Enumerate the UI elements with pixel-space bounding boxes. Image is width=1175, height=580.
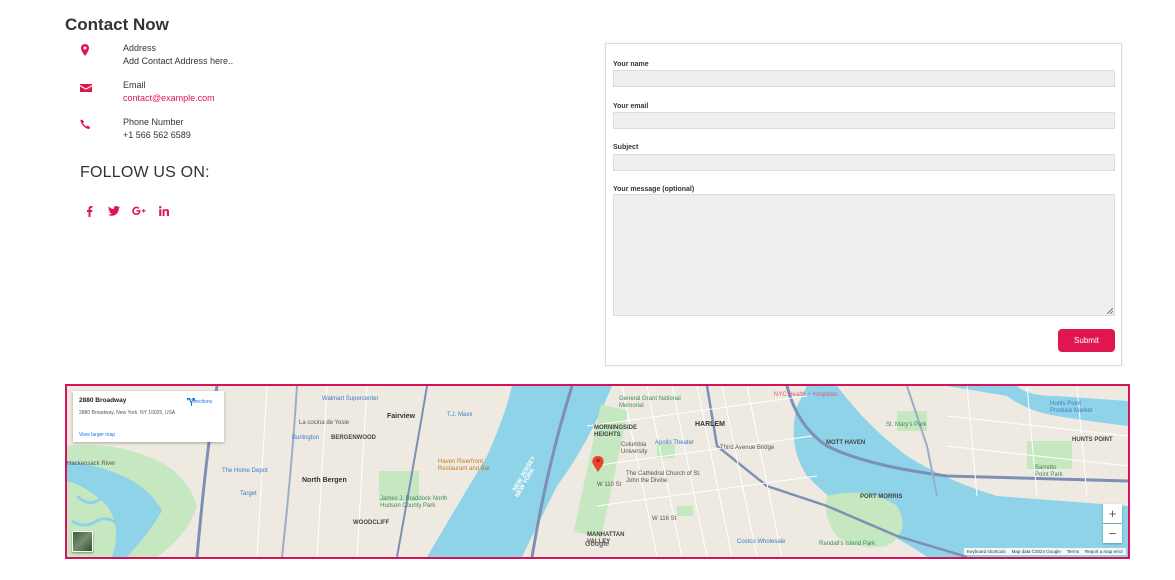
map-label: La cocina de Yosie — [299, 420, 350, 426]
view-larger-map-link[interactable]: View larger map — [79, 432, 115, 438]
map-footer: Keyboard shortcuts Map data ©2024 Google… — [963, 548, 1126, 555]
subject-input[interactable] — [613, 154, 1115, 171]
keyboard-shortcuts-link[interactable]: Keyboard shortcuts — [967, 549, 1006, 554]
email-link[interactable]: contact@example.com — [123, 93, 215, 103]
address-value: Add Contact Address here.. — [123, 56, 234, 66]
map-label: St. Mary's Park — [886, 422, 927, 428]
name-label: Your name — [613, 61, 649, 68]
map-label: HUNTS POINT — [1072, 437, 1113, 443]
map-label: Third Avenue Bridge — [720, 445, 775, 451]
map-label: BERGENWOOD — [331, 435, 376, 441]
map-data-attribution: Map data ©2024 Google — [1011, 549, 1061, 554]
map-label: General Grant National Memorial — [619, 396, 681, 409]
envelope-icon — [80, 80, 92, 92]
map-label: Barretto Point Park — [1035, 465, 1063, 478]
map-label: WOODCLIFF — [353, 520, 390, 526]
message-textarea[interactable] — [613, 194, 1115, 316]
map-label: The Cathedral Church of St. John the Div… — [626, 471, 701, 484]
social-links — [82, 204, 171, 218]
email-label: Your email — [613, 103, 649, 110]
zoom-out-button[interactable]: − — [1103, 524, 1122, 543]
directions-icon — [187, 398, 195, 406]
map-label: PORT MORRIS — [860, 494, 903, 500]
map-marker-icon — [80, 43, 92, 56]
map-label: Costco Wholesale — [737, 539, 786, 545]
satellite-toggle[interactable] — [72, 531, 93, 552]
map-label: Fairview — [387, 413, 416, 420]
map-label: Hunts Point Produce Market — [1050, 401, 1093, 414]
map-label: Apollo Theater — [655, 440, 694, 446]
map-label: HARLEM — [695, 421, 725, 428]
name-input[interactable] — [613, 70, 1115, 87]
facebook-icon[interactable] — [82, 204, 96, 218]
map-label: Haven Riverfront Restaurant and Bar — [438, 459, 491, 472]
twitter-icon[interactable] — [107, 204, 121, 218]
map-label: The Home Depot — [222, 468, 268, 474]
linkedin-icon[interactable] — [157, 204, 171, 218]
address-label: Address — [123, 43, 157, 53]
resize-handle-icon[interactable] — [1107, 308, 1113, 314]
directions-button[interactable]: Directions — [186, 397, 216, 406]
map-label: North Bergen — [302, 477, 347, 484]
map-label: Randall's Island Park — [819, 541, 876, 547]
place-title: 2880 Broadway — [79, 397, 127, 404]
email-label: Email — [123, 80, 146, 90]
map-label: James J. Braddock North Hudson County Pa… — [380, 496, 448, 509]
google-logo: Google — [585, 541, 610, 548]
phone-value: +1 566 562 6589 — [123, 130, 191, 140]
phone-icon — [80, 117, 92, 130]
map-place-card: 2880 Broadway 2880 Broadway, New York, N… — [73, 391, 224, 442]
submit-button[interactable]: Submit — [1058, 329, 1115, 352]
map-embed[interactable]: Walmart Supercenter Fairview T.J. Maxx L… — [65, 384, 1130, 559]
message-label: Your message (optional) — [613, 186, 695, 193]
map-label: Burlington — [292, 435, 320, 441]
contact-form: Your name Your email Subject Your messag… — [605, 43, 1122, 366]
map-label: Hackensack River — [67, 461, 116, 467]
phone-label: Phone Number — [123, 117, 184, 127]
email-input[interactable] — [613, 112, 1115, 129]
map-label: W 116 St — [652, 516, 677, 522]
page-title: Contact Now — [65, 15, 169, 34]
map-label: MOTT HAVEN — [826, 440, 866, 446]
report-error-link[interactable]: Report a map error — [1085, 549, 1123, 554]
terms-link[interactable]: Terms — [1067, 549, 1079, 554]
follow-us-heading: FOLLOW US ON: — [80, 164, 210, 181]
subject-label: Subject — [613, 144, 639, 151]
map-label: MORNINGSIDE HEIGHTS — [594, 425, 638, 438]
place-address: 2880 Broadway, New York, NY 10025, USA — [79, 410, 176, 416]
map-label: NYC Health + Hospitals — [774, 392, 838, 398]
map-label: W 110 St — [597, 482, 622, 488]
zoom-in-button[interactable]: + — [1103, 504, 1122, 523]
map-label: T.J. Maxx — [447, 412, 473, 418]
map-label: Target — [240, 491, 257, 497]
map-label: Walmart Supercenter — [322, 396, 379, 402]
google-plus-icon[interactable] — [132, 204, 146, 218]
